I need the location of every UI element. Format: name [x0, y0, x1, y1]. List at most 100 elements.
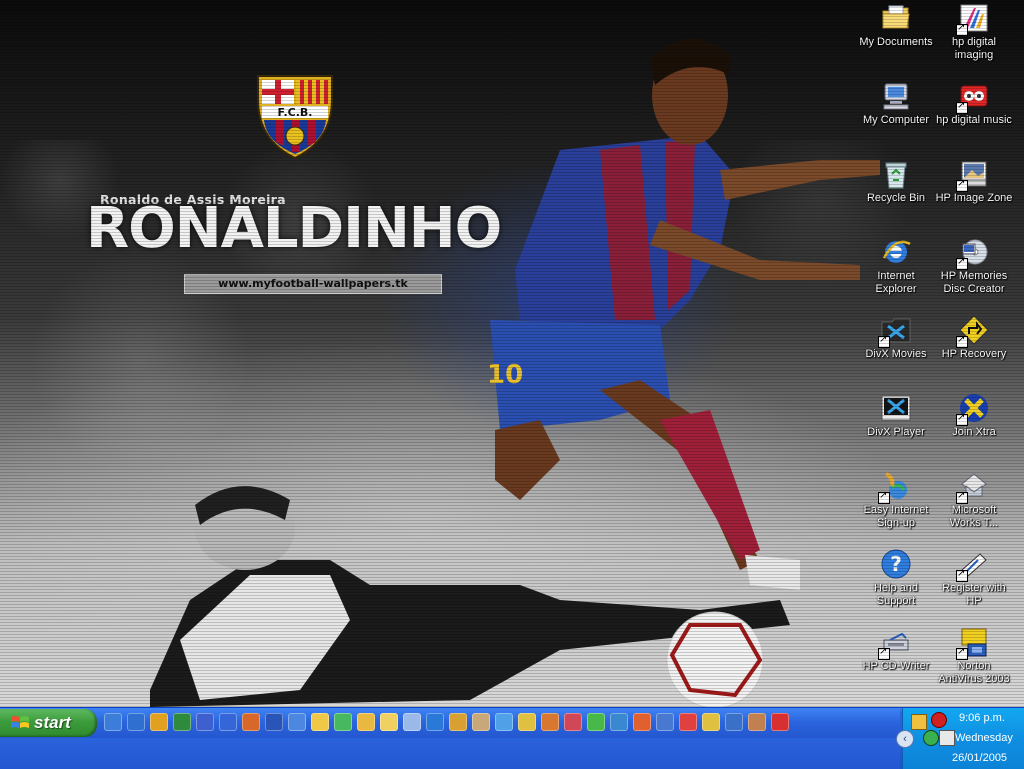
shortcut-arrow-icon: [956, 334, 968, 348]
desktop-icon-my-computer[interactable]: My Computer: [857, 80, 935, 127]
svg-text:?: ?: [890, 552, 902, 576]
security-alert-icon[interactable]: [931, 712, 947, 728]
image-zone-icon: [956, 158, 990, 192]
notepad-icon[interactable]: [403, 713, 421, 731]
divx-player-icon: [880, 392, 912, 424]
app-icon[interactable]: [334, 713, 352, 731]
start-label: start: [34, 713, 71, 732]
powerpoint-icon[interactable]: [242, 713, 260, 731]
recycle-bin-icon: [880, 158, 912, 190]
computer-icon: [880, 80, 912, 112]
desktop-icon-hp-digital-music[interactable]: hp digital music: [935, 80, 1013, 127]
windows-icon[interactable]: [150, 713, 168, 731]
shortcut-arrow-icon: [956, 568, 968, 582]
wallpaper-title: RONALDINHO: [86, 196, 502, 261]
desktop-icon-help-and-support[interactable]: ? Help and Support: [857, 548, 935, 608]
system-tray: ‹ 9:06 p.m. Wednesday 26/01/2005: [896, 708, 1024, 769]
signup-icon: [878, 470, 912, 504]
desktop-icon-recycle-bin[interactable]: Recycle Bin: [857, 158, 935, 205]
desktop-icon-label: Easy Internet Sign-up: [863, 504, 929, 529]
desktop-icon-internet-explorer[interactable]: Internet Explorer: [857, 236, 935, 296]
wallpaper-url: www.myfootball-wallpapers.tk: [184, 274, 442, 294]
folder-icon: [880, 2, 912, 34]
shortcut-arrow-icon: [956, 490, 968, 504]
ie-quicklaunch-icon[interactable]: [104, 713, 122, 731]
cd-writer-icon: [878, 626, 912, 660]
desktop-icon-microsoft-works[interactable]: Microsoft Works T...: [935, 470, 1013, 530]
desktop-icon-label: My Computer: [862, 114, 930, 126]
app-icon[interactable]: [679, 713, 697, 731]
volume-icon[interactable]: [939, 730, 955, 746]
desktop-icon-label: hp digital music: [936, 114, 1012, 126]
app-icon[interactable]: [702, 713, 720, 731]
folder-icon[interactable]: [357, 713, 375, 731]
desktop-icon-label: Internet Explorer: [875, 270, 917, 295]
app-icon[interactable]: [656, 713, 674, 731]
desktop-icon-hp-image-zone[interactable]: HP Image Zone: [935, 158, 1013, 205]
desktop-icon-hp-recovery[interactable]: HP Recovery: [935, 314, 1013, 361]
app-icon[interactable]: [380, 713, 398, 731]
app-icon[interactable]: [449, 713, 467, 731]
shortcut-arrow-icon: [956, 22, 968, 36]
hp-music-icon: [956, 80, 990, 114]
desktop-icon-hp-digital-imaging[interactable]: hp digital imaging: [935, 2, 1013, 62]
media-player-icon[interactable]: [426, 713, 444, 731]
folder-icon[interactable]: [311, 713, 329, 731]
works-icon: [956, 470, 990, 504]
desktop-icon-hp-cd-writer[interactable]: HP CD-Writer: [857, 626, 935, 673]
desktop-icon-hp-memories-disc-creator[interactable]: HP Memories Disc Creator: [935, 236, 1013, 296]
start-button[interactable]: start: [0, 709, 97, 737]
excel-icon[interactable]: [173, 713, 191, 731]
app-icon[interactable]: [196, 713, 214, 731]
desktop-icon-divx-movies[interactable]: DivX Movies: [857, 314, 935, 361]
app-icon[interactable]: [748, 713, 766, 731]
desktop-icon-label: Recycle Bin: [866, 192, 926, 204]
app-icon[interactable]: [587, 713, 605, 731]
app-icon[interactable]: [610, 713, 628, 731]
desktop-icon-label: HP CD-Writer: [862, 660, 930, 672]
desktop-icon-label: Join Xtra: [952, 426, 996, 438]
desktop-icon-easy-internet-sign-up[interactable]: Easy Internet Sign-up: [857, 470, 935, 530]
show-hidden-icons-chevron-icon[interactable]: ‹: [896, 730, 914, 748]
desktop-icon-label: HP Memories Disc Creator: [940, 270, 1008, 295]
disc-creator-icon: [956, 236, 990, 270]
app-icon[interactable]: [288, 713, 306, 731]
internet-explorer-icon: [880, 236, 912, 268]
shortcut-arrow-icon: [956, 100, 968, 114]
app-icon[interactable]: [472, 713, 490, 731]
norton-icon: [956, 626, 990, 660]
desktop-icon-divx-player[interactable]: DivX Player: [857, 392, 935, 439]
desktop-icon-register-with-hp[interactable]: Register with HP: [935, 548, 1013, 608]
word-icon[interactable]: [265, 713, 283, 731]
hp-imaging-icon: [956, 2, 990, 36]
taskbar-bottom-row[interactable]: [0, 738, 900, 769]
app-icon[interactable]: [518, 713, 536, 731]
desktop-icon-my-documents[interactable]: My Documents: [857, 2, 935, 49]
shortcut-arrow-icon: [956, 178, 968, 192]
desktop-icon-join-xtra[interactable]: Join Xtra: [935, 392, 1013, 439]
desktop-icon-label: Norton AntiVirus 2003: [938, 660, 1010, 685]
app-icon[interactable]: [564, 713, 582, 731]
shortcut-arrow-icon: [878, 646, 890, 660]
desktop-icon-label: Microsoft Works T...: [949, 504, 999, 529]
desktop-icon-label: DivX Player: [867, 426, 925, 438]
desktop-icon-norton-antivirus[interactable]: Norton AntiVirus 2003: [935, 626, 1013, 686]
clock-time[interactable]: 9:06 p.m.: [959, 712, 1005, 724]
search-icon[interactable]: [495, 713, 513, 731]
desktop-icon-label: Register with HP: [942, 582, 1006, 607]
app-icon[interactable]: [633, 713, 651, 731]
taskbar: start ‹ 9:06 p.m. Wednesday 26/01/2005: [0, 707, 1024, 769]
desktop-icon-label: DivX Movies: [865, 348, 927, 360]
ie-quicklaunch-icon[interactable]: [127, 713, 145, 731]
network-icon[interactable]: [911, 714, 927, 730]
app-icon[interactable]: [771, 713, 789, 731]
hp-recovery-icon: [956, 314, 990, 348]
app-icon[interactable]: [725, 713, 743, 731]
app-icon[interactable]: [541, 713, 559, 731]
register-icon: [956, 548, 990, 582]
tray-app-icon[interactable]: [923, 730, 939, 746]
desktop[interactable]: 10 F.C.B. Ronaldo de Assis Moreira RONAL…: [0, 0, 1024, 707]
app-icon[interactable]: [219, 713, 237, 731]
badge-text: F.C.B.: [278, 106, 313, 119]
desktop-icon-label: My Documents: [859, 36, 933, 48]
